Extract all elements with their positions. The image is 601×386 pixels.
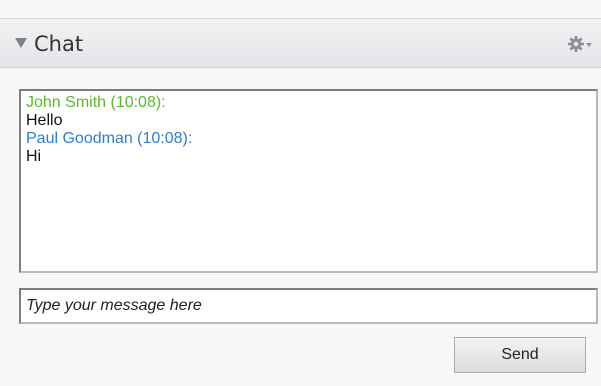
gear-icon[interactable] xyxy=(567,34,593,54)
chat-panel: Chat John Smith (10:08): Hello Paul Goodma… xyxy=(0,0,601,386)
triangle-down-icon[interactable] xyxy=(15,38,27,48)
chat-log[interactable]: John Smith (10:08): Hello Paul Goodman (10… xyxy=(19,89,598,273)
message-author: John Smith (10:08): xyxy=(26,94,166,111)
message-text: Hi xyxy=(26,148,42,165)
message-input[interactable] xyxy=(19,288,598,324)
chat-title: Chat xyxy=(34,32,84,56)
chat-header[interactable]: Chat xyxy=(0,18,601,68)
message-author: Paul Goodman (10:08): xyxy=(26,130,193,147)
send-button[interactable]: Send xyxy=(454,337,586,373)
message-text: Hello xyxy=(26,112,63,129)
